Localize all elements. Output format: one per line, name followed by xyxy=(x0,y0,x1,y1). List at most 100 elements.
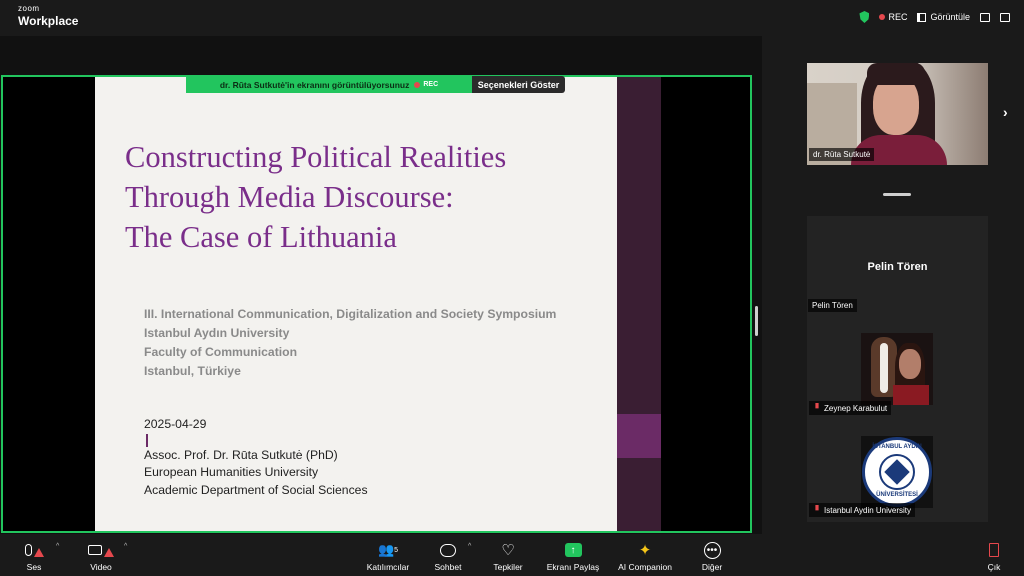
participants-button[interactable]: 👥 5 Katılımcılar xyxy=(362,541,414,572)
ai-companion-button[interactable]: ✦ AI Companion xyxy=(612,541,678,573)
share-screen-button[interactable]: ↑ Ekranı Paylaş xyxy=(542,541,604,572)
banner-rec-label: REC xyxy=(423,81,439,88)
audio-options-caret-icon[interactable]: ^ xyxy=(56,543,59,550)
participant-face xyxy=(899,349,921,379)
slide-side-bar xyxy=(617,77,661,531)
top-bar: zoom Workplace REC Görüntüle xyxy=(0,0,1024,36)
slide-date-line: 2025-04-29 xyxy=(144,416,368,447)
warning-icon xyxy=(104,547,114,557)
zoom-workplace-logo: zoom Workplace xyxy=(18,4,79,28)
leave-button[interactable]: Çık xyxy=(980,541,1008,572)
reactions-button[interactable]: ♡ Tepkiler xyxy=(488,541,528,573)
sparkle-icon: ✦ xyxy=(612,541,678,559)
recording-label: REC xyxy=(888,12,908,22)
encryption-shield-icon[interactable] xyxy=(859,11,870,23)
slide-title-line: The Case of Lithuania xyxy=(125,220,397,254)
participants-icon: 👥 5 xyxy=(362,541,414,559)
slide-subtitle-line: Istanbul, Türkiye xyxy=(144,364,241,378)
slide-subtitle-line: Faculty of Communication xyxy=(144,345,298,359)
audio-button[interactable]: Ses xyxy=(18,541,50,572)
heart-glyph: ♡ xyxy=(501,541,515,559)
brand-big: Workplace xyxy=(18,14,79,28)
more-button[interactable]: ••• Diğer xyxy=(696,541,728,572)
view-label: Görüntüle xyxy=(930,12,970,22)
ai-label: AI Companion xyxy=(618,562,672,572)
screen-share-banner: dr. Rūta Sutkutė'in ekranını görüntülüyo… xyxy=(186,76,472,93)
participant-name-tag-university: Istanbul Aydin University xyxy=(809,503,916,517)
dots-glyph: ••• xyxy=(703,541,721,559)
text-cursor xyxy=(146,433,148,447)
camera-icon xyxy=(84,541,118,559)
record-dot-icon xyxy=(879,14,886,20)
minimize-window-icon[interactable] xyxy=(980,12,990,22)
shared-screen-stage: Constructing Political Realities Through… xyxy=(0,36,762,534)
speaker-bangs xyxy=(867,63,925,85)
shared-screen-frame: Constructing Political Realities Through… xyxy=(1,75,752,533)
share-screen-icon: ↑ xyxy=(542,541,604,559)
warning-icon xyxy=(33,547,44,557)
video-button[interactable]: Video xyxy=(84,541,118,572)
participants-label: Katılımcılar xyxy=(366,562,410,572)
slide-author-line: Academic Department of Social Sciences xyxy=(144,482,368,497)
slide-subtitle-line: Istanbul Aydın University xyxy=(144,326,290,340)
participants-count: 5 xyxy=(394,546,399,554)
mic-shape xyxy=(24,544,32,556)
record-dot-icon xyxy=(414,81,421,88)
mic-icon xyxy=(18,541,50,559)
slide-author-block: 2025-04-29 Assoc. Prof. Dr. Rūta Sutkutė… xyxy=(144,416,368,499)
horse-blaze xyxy=(880,343,888,393)
participant-name-tag-zeynep: Zeynep Karabulut xyxy=(809,401,892,415)
university-seal-logo: İSTANBUL AYDIN ÜNİVERSİTESİ xyxy=(862,437,932,507)
exit-door-shape xyxy=(989,543,999,557)
video-label: Video xyxy=(90,562,112,572)
participant-name: Zeynep Karabulut xyxy=(824,404,888,413)
view-options-button[interactable]: Seçenekleri Göster xyxy=(472,76,565,93)
participant-name: Istanbul Aydin University xyxy=(824,506,912,515)
slide-author-line: European Humanities University xyxy=(144,465,319,479)
chat-bubble-shape xyxy=(440,543,456,557)
chevron-right-icon[interactable]: › xyxy=(1003,104,1008,120)
more-label: Diğer xyxy=(701,562,723,572)
participant-name-tag: Pelin Tören xyxy=(808,299,857,312)
mic-muted-icon xyxy=(815,403,819,409)
slide-title-line: Constructing Political Realities xyxy=(125,140,507,174)
recording-indicator[interactable]: REC xyxy=(879,12,907,22)
camera-shape xyxy=(88,545,102,555)
seal-text-top: İSTANBUL AYDIN xyxy=(872,444,922,450)
fullscreen-icon[interactable] xyxy=(1000,12,1010,22)
panel-resize-handle[interactable] xyxy=(755,306,758,336)
exit-icon xyxy=(980,541,1008,559)
speaker-name-tag: dr. Rūta Sutkutė xyxy=(809,148,875,161)
top-right-controls: REC Görüntüle xyxy=(859,11,1010,23)
chat-options-caret-icon[interactable]: ^ xyxy=(468,543,471,550)
speaker-video-tile[interactable]: dr. Rūta Sutkutė xyxy=(807,63,988,165)
participant-tile-zeynep[interactable] xyxy=(861,333,933,405)
screen-share-banner-text: dr. Rūta Sutkutė'in ekranını görüntülüyo… xyxy=(219,79,410,90)
audio-label: Ses xyxy=(26,562,42,572)
slide-subtitle-line: III. International Communication, Digita… xyxy=(144,307,557,321)
slide-title: Constructing Political Realities Through… xyxy=(125,137,605,257)
slide-side-accent xyxy=(617,414,661,458)
slide-author-line: Assoc. Prof. Dr. Rūta Sutkutė (PhD) xyxy=(144,447,338,462)
meeting-toolbar: Ses ^ Video ^ 👥 5 Katılımcılar Sohbet ^ ♡… xyxy=(0,534,1024,576)
chat-button[interactable]: Sohbet xyxy=(430,541,466,572)
gallery-drag-handle[interactable] xyxy=(883,193,911,196)
brand-small: zoom xyxy=(18,4,40,13)
participant-shirt xyxy=(893,385,929,405)
reactions-label: Tepkiler xyxy=(493,562,523,572)
sparkle-glyph: ✦ xyxy=(638,541,652,559)
people-glyph: 👥 xyxy=(377,542,395,557)
slide-subtitle: III. International Communication, Digita… xyxy=(144,305,556,381)
participant-tile-university[interactable]: İSTANBUL AYDIN ÜNİVERSİTESİ xyxy=(861,436,933,508)
mic-muted-icon xyxy=(815,505,819,511)
slide-title-line: Through Media Discourse: xyxy=(125,180,454,214)
slide-date: 2025-04-29 xyxy=(144,417,207,431)
video-options-caret-icon[interactable]: ^ xyxy=(124,543,127,550)
share-label: Ekranı Paylaş xyxy=(546,562,600,572)
leave-label: Çık xyxy=(987,562,1001,572)
view-button[interactable]: Görüntüle xyxy=(917,12,970,22)
share-arrow-glyph: ↑ xyxy=(564,543,582,557)
more-dots-icon: ••• xyxy=(696,541,728,559)
banner-recording-indicator: REC xyxy=(414,81,438,88)
chat-label: Sohbet xyxy=(434,562,462,572)
